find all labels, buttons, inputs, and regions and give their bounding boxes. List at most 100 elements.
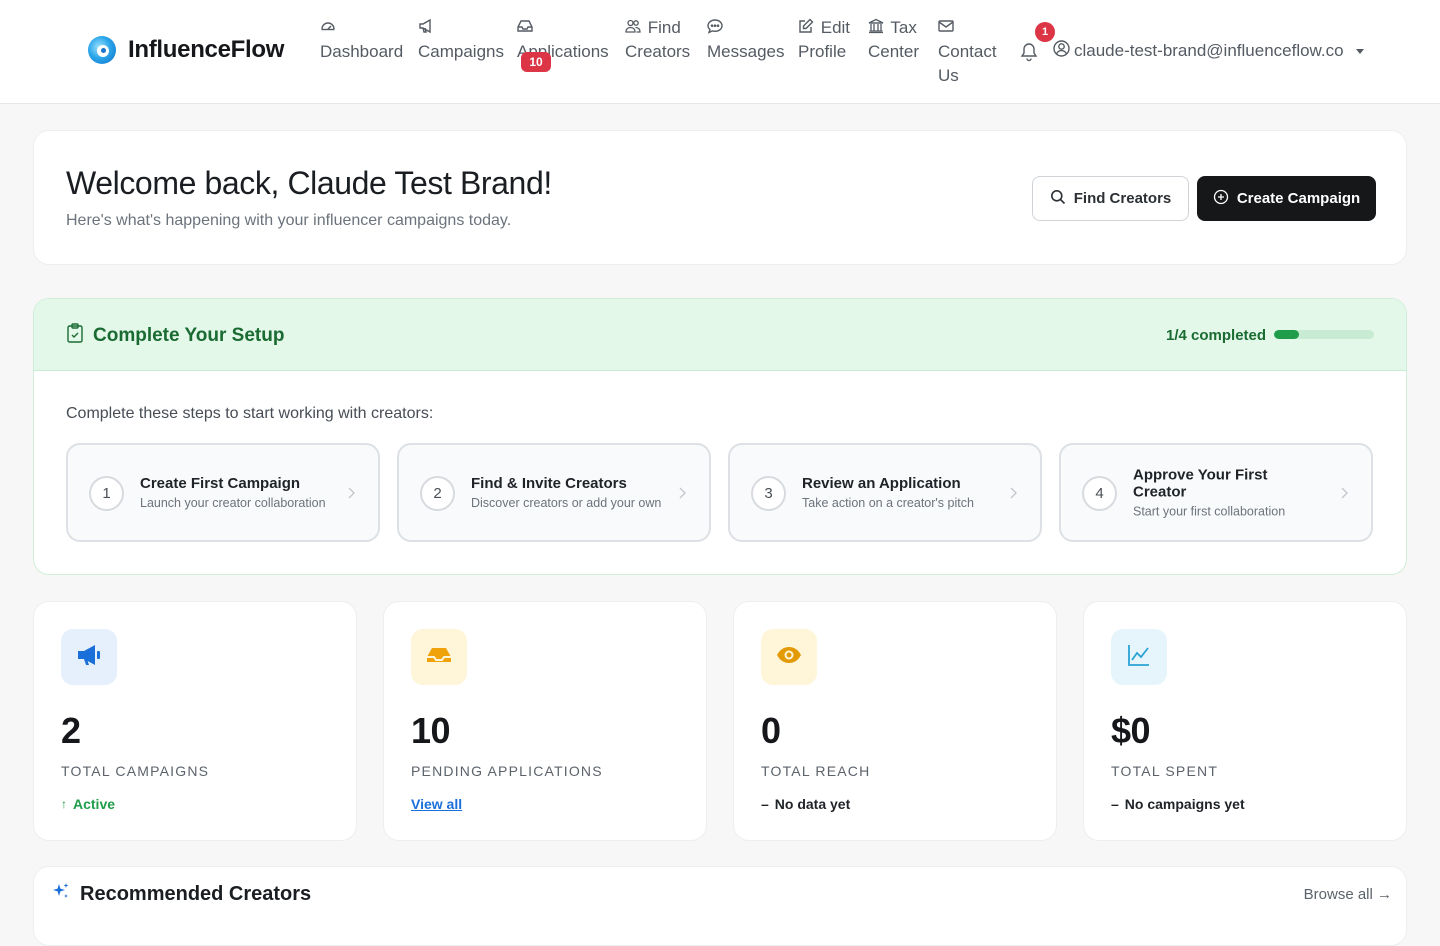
nav-contact-us[interactable]: Contact Us: [938, 16, 997, 88]
setup-step-3[interactable]: 3 Review an Application Take action on a…: [728, 443, 1042, 542]
dashboard-icon: [320, 17, 336, 33]
inbox-icon: [517, 17, 533, 33]
edit-icon: [798, 17, 814, 33]
chevron-right-icon: [1339, 486, 1349, 500]
stat-value: 0: [761, 710, 781, 751]
nav-label: Find: [647, 18, 681, 37]
nav-label-2: Creators: [625, 42, 691, 61]
browse-all-link[interactable]: Browse all →: [1304, 886, 1392, 903]
setup-title-text: Complete Your Setup: [93, 325, 285, 346]
step-text: Approve Your First Creator Start your fi…: [1133, 466, 1313, 519]
chevron-right-icon: [1008, 486, 1018, 500]
eye-icon: [775, 641, 803, 674]
step-title: Create First Campaign: [140, 474, 301, 492]
megaphone-icon: [418, 17, 434, 34]
bank-icon: [868, 17, 884, 34]
sparkles-icon: [52, 882, 70, 906]
nav-label-2: Us: [938, 66, 959, 85]
stat-card-total-campaigns: 2 TOTAL CAMPAIGNS ↑ Active: [33, 601, 357, 841]
chevron-right-icon: [677, 486, 687, 500]
stat-card-pending-applications: 10 PENDING APPLICATIONS View all: [383, 601, 707, 841]
setup-step-1[interactable]: 1 Create First Campaign Launch your crea…: [66, 443, 380, 542]
arrow-up-icon: ↑: [61, 797, 67, 811]
nav-label: Edit: [820, 18, 851, 37]
nav-messages[interactable]: Messages: [707, 16, 784, 64]
stat-value: 2: [61, 710, 81, 751]
people-icon: [625, 17, 641, 33]
step-subtitle: Discover creators or add your own: [471, 495, 662, 510]
stat-footer-text: No campaigns yet: [1124, 796, 1245, 812]
recommended-title-text: Recommended Creators: [80, 882, 312, 905]
step-text: Create First Campaign Launch your creato…: [140, 475, 340, 511]
stat-footer-text: Active: [73, 796, 116, 812]
user-menu-dropdown[interactable]: claude-test-brand@influenceflow.co: [1053, 40, 1364, 62]
nav-tax-center[interactable]: Tax Center: [868, 16, 919, 64]
nav-label: Messages: [707, 42, 785, 61]
stat-card-total-spent: $0 TOTAL SPENT – No campaigns yet: [1083, 601, 1407, 841]
create-campaign-button[interactable]: Create Campaign: [1197, 176, 1376, 221]
step-subtitle: Start your first collaboration: [1133, 504, 1286, 518]
stat-value: $0: [1111, 710, 1151, 751]
welcome-card: Welcome back, Claude Test Brand! Here's …: [33, 130, 1407, 265]
stat-label: TOTAL REACH: [761, 763, 871, 779]
view-all-link[interactable]: View all: [411, 796, 462, 812]
nav-campaigns[interactable]: Campaigns: [418, 16, 504, 64]
find-creators-button[interactable]: Find Creators: [1032, 176, 1189, 221]
stat-card-total-reach: 0 TOTAL REACH – No data yet: [733, 601, 1057, 841]
step-number: 4: [1082, 476, 1117, 511]
brand-logo: [88, 36, 116, 64]
brand-name: InfluenceFlow: [128, 36, 285, 63]
chevron-down-icon: [1355, 48, 1364, 54]
envelope-icon: [938, 17, 954, 33]
recommended-creators-card: Recommended Creators Browse all →: [33, 866, 1407, 946]
dash-icon: –: [1111, 796, 1119, 812]
step-title: Review an Application: [802, 474, 961, 492]
clipboard-check-icon: [66, 323, 84, 349]
setup-progress-fill: [1274, 330, 1299, 339]
step-number: 3: [751, 476, 786, 511]
stat-footer-text: No data yet: [774, 796, 851, 812]
step-text: Find & Invite Creators Discover creators…: [471, 475, 671, 511]
setup-title: Complete Your Setup: [66, 323, 284, 349]
notifications-count-badge: 1: [1035, 22, 1055, 42]
notifications-bell-icon[interactable]: [1020, 42, 1038, 62]
nav-label-2: Profile: [798, 42, 847, 61]
user-email: claude-test-brand@influenceflow.co: [1074, 41, 1344, 60]
nav-label: Dashboard: [320, 42, 404, 61]
step-text: Review an Application Take action on a c…: [802, 475, 1002, 511]
stat-footer: – No data yet: [761, 796, 850, 812]
setup-progress-bar: [1274, 330, 1374, 339]
setup-card: Complete Your Setup 1/4 completed Comple…: [33, 298, 1407, 575]
search-icon: [1050, 189, 1066, 209]
brand[interactable]: InfluenceFlow: [88, 36, 284, 64]
chevron-right-icon: [346, 486, 356, 500]
setup-step-2[interactable]: 2 Find & Invite Creators Discover creato…: [397, 443, 711, 542]
dash-icon: –: [761, 796, 769, 812]
recommended-title: Recommended Creators: [52, 882, 311, 906]
setup-intro: Complete these steps to start working wi…: [66, 405, 434, 422]
nav-dashboard[interactable]: Dashboard: [320, 16, 403, 64]
plus-circle-icon: [1213, 189, 1229, 209]
stat-footer: – No campaigns yet: [1111, 796, 1245, 812]
find-creators-label: Find Creators: [1073, 190, 1172, 207]
stat-label: PENDING APPLICATIONS: [411, 763, 603, 779]
nav-label: Tax: [890, 18, 917, 37]
step-subtitle: Take action on a creator's pitch: [802, 495, 974, 510]
nav-find-creators[interactable]: Find Creators: [625, 16, 690, 64]
megaphone-icon: [75, 641, 103, 674]
setup-step-4[interactable]: 4 Approve Your First Creator Start your …: [1059, 443, 1373, 542]
stat-footer: View all: [411, 796, 462, 812]
stat-label: TOTAL CAMPAIGNS: [61, 763, 210, 779]
setup-header: Complete Your Setup 1/4 completed: [34, 299, 1406, 371]
create-campaign-label: Create Campaign: [1236, 190, 1361, 207]
step-title: Find & Invite Creators: [471, 474, 627, 492]
stat-label: TOTAL SPENT: [1111, 763, 1219, 779]
nav-edit-profile[interactable]: Edit Profile: [798, 16, 850, 64]
stat-value: 10: [411, 710, 451, 751]
step-number: 1: [89, 476, 124, 511]
stat-icon-box: [1111, 629, 1167, 685]
user-avatar-icon: [1053, 40, 1070, 62]
nav-label: Contact: [938, 42, 997, 61]
stat-icon-box: [761, 629, 817, 685]
welcome-heading: Welcome back, Claude Test Brand!: [66, 165, 552, 201]
